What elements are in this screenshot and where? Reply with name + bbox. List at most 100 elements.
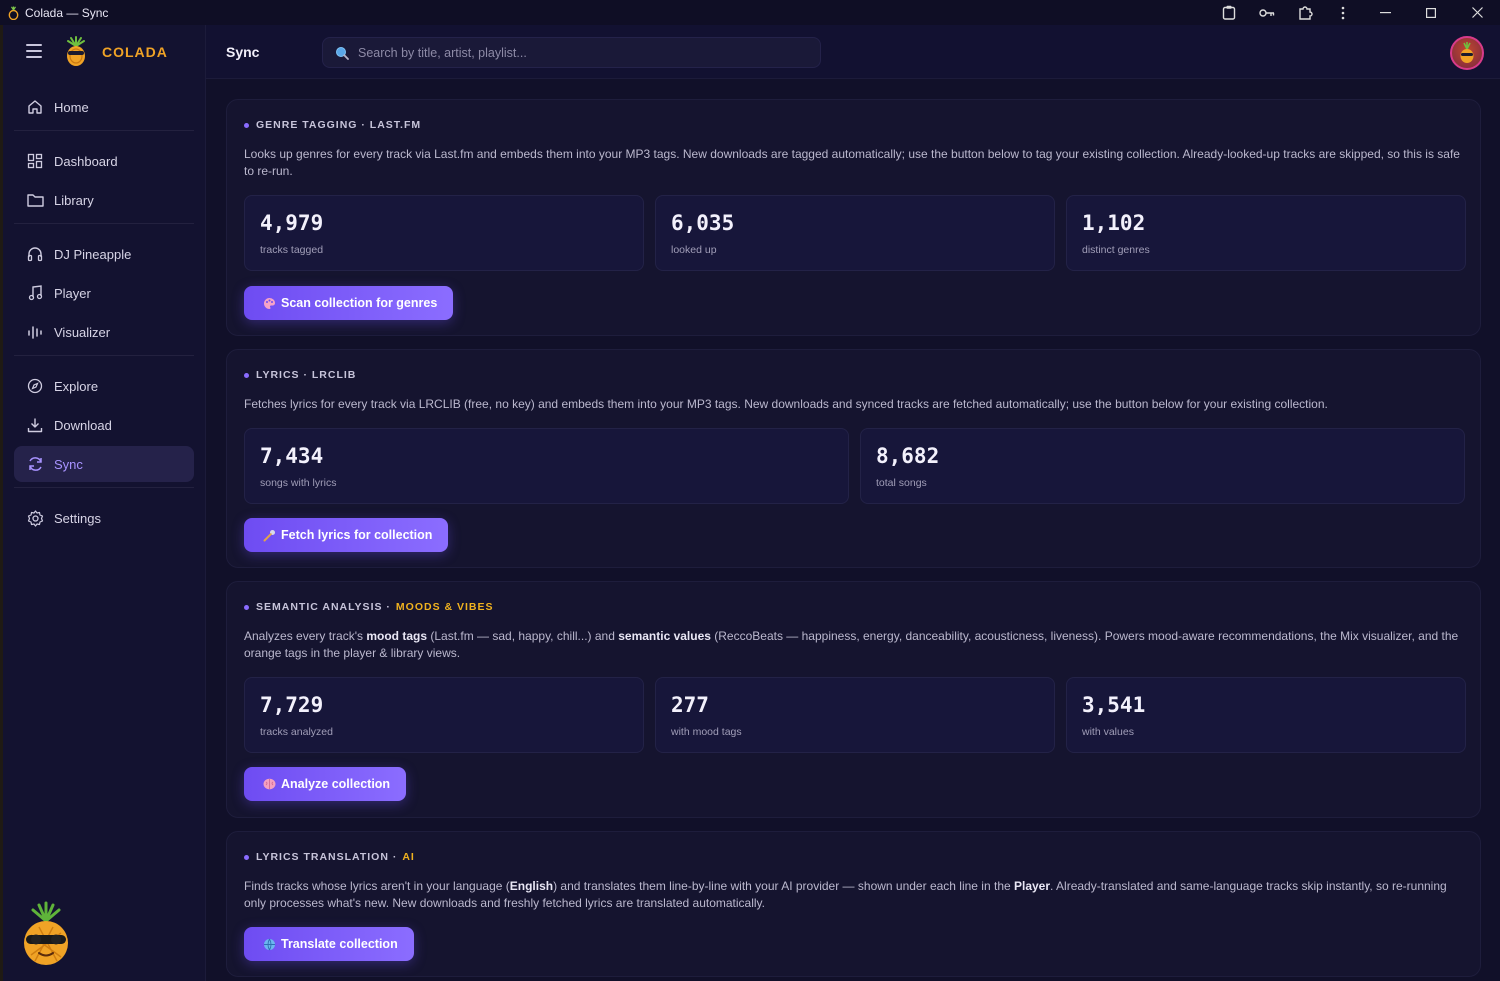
stat-tile: 4,979 tracks tagged (244, 195, 644, 271)
stat-label: looked up (671, 244, 717, 256)
sidebar-item-dashboard[interactable]: Dashboard (14, 143, 194, 179)
sidebar: COLADA Home Dashboard Library DJ Pineapp… (0, 25, 206, 981)
extensions-icon[interactable] (1286, 0, 1324, 25)
translate-collection-button[interactable]: Translate collection (244, 927, 414, 961)
close-icon[interactable] (1454, 0, 1500, 25)
sidebar-item-label: Visualizer (54, 324, 111, 340)
top-header: Sync (206, 25, 1500, 79)
stat-value: 6,035 (671, 211, 735, 235)
minimize-icon[interactable] (1362, 0, 1408, 25)
brand: COLADA (0, 25, 206, 78)
sidebar-item-label: Sync (54, 456, 83, 472)
stat-label: distinct genres (1082, 244, 1150, 256)
stat-value: 8,682 (876, 444, 940, 468)
folder-icon (26, 191, 44, 209)
sidebar-item-label: Home (54, 99, 89, 115)
sidebar-item-label: Settings (54, 510, 101, 526)
sidebar-item-visualizer[interactable]: Visualizer (14, 314, 194, 350)
microphone-icon (262, 528, 276, 542)
page-title: Sync (226, 44, 260, 60)
hamburger-menu-icon[interactable] (26, 44, 42, 58)
sidebar-item-label: Dashboard (54, 153, 118, 169)
card-title-accent: AI (402, 851, 415, 863)
sync-icon (26, 455, 44, 473)
globe-icon (262, 937, 276, 951)
stat-label: total songs (876, 477, 927, 489)
analyze-collection-button[interactable]: Analyze collection (244, 767, 407, 801)
card-title: SEMANTIC ANALYSIS · MOODS & VIBES (244, 601, 494, 613)
stat-value: 1,102 (1082, 211, 1146, 235)
stat-tile: 7,434 songs with lyrics (244, 428, 849, 504)
window-title: Colada — Sync (25, 5, 109, 20)
home-icon (26, 98, 44, 116)
sidebar-item-library[interactable]: Library (14, 182, 194, 218)
stat-tile: 7,729 tracks analyzed (244, 677, 644, 753)
sidebar-item-home[interactable]: Home (14, 89, 194, 125)
clipboard-icon[interactable] (1210, 0, 1248, 25)
compass-icon (26, 377, 44, 395)
key-icon[interactable] (1248, 0, 1286, 25)
divider (14, 130, 194, 131)
bullet-dot (244, 854, 249, 860)
sidebar-item-dj-pineapple[interactable]: DJ Pineapple (14, 236, 194, 272)
download-icon (26, 416, 44, 434)
genre-tagging-card: GENRE TAGGING · LAST.FM Looks up genres … (226, 99, 1481, 336)
stats-row: 7,434 songs with lyrics 8,682 total song… (244, 428, 1465, 504)
equalizer-icon (26, 323, 44, 341)
search-input[interactable] (358, 45, 798, 60)
lyrics-translation-card: LYRICS TRANSLATION · AI Finds tracks who… (226, 831, 1481, 977)
stat-value: 3,541 (1082, 693, 1146, 717)
stat-label: tracks tagged (260, 244, 324, 256)
sidebar-item-label: DJ Pineapple (54, 246, 132, 262)
card-description: Looks up genres for every track via Last… (244, 147, 1460, 178)
brain-icon (262, 777, 276, 791)
bullet-dot (244, 122, 249, 128)
stat-value: 7,729 (260, 693, 324, 717)
divider (14, 487, 194, 488)
scan-genres-button[interactable]: Scan collection for genres (244, 286, 454, 320)
stat-value: 7,434 (260, 444, 324, 468)
card-description: Fetches lyrics for every track via LRCLI… (244, 397, 1328, 411)
stat-tile: 3,541 with values (1066, 677, 1466, 753)
sidebar-item-explore[interactable]: Explore (14, 368, 194, 404)
headphones-icon (26, 245, 44, 263)
card-description: Finds tracks whose lyrics aren't in your… (244, 879, 1447, 910)
sidebar-item-download[interactable]: Download (14, 407, 194, 443)
sidebar-item-sync[interactable]: Sync (14, 446, 194, 482)
sidebar-nav: Home Dashboard Library DJ Pineapple Play… (14, 89, 194, 539)
stat-label: songs with lyrics (260, 477, 337, 489)
lyrics-card: LYRICS · LRCLIB Fetches lyrics for every… (226, 349, 1481, 568)
brand-name: COLADA (102, 44, 168, 60)
divider (14, 355, 194, 356)
stat-tile: 6,035 looked up (655, 195, 1055, 271)
pineapple-logo-icon (60, 36, 92, 68)
divider (14, 223, 194, 224)
search-icon (335, 46, 349, 60)
sidebar-item-player[interactable]: Player (14, 275, 194, 311)
fetch-lyrics-button[interactable]: Fetch lyrics for collection (244, 518, 449, 552)
sidebar-item-settings[interactable]: Settings (14, 500, 194, 536)
card-title: LYRICS TRANSLATION · AI (244, 851, 415, 863)
main-content: GENRE TAGGING · LAST.FM Looks up genres … (206, 79, 1500, 981)
palette-icon (262, 296, 276, 310)
title-bar: Colada — Sync (0, 0, 1500, 25)
pineapple-mascot-icon[interactable] (17, 901, 75, 967)
stat-tile: 1,102 distinct genres (1066, 195, 1466, 271)
sidebar-item-label: Player (54, 285, 91, 301)
stat-tile: 277 with mood tags (655, 677, 1055, 753)
bullet-dot (244, 604, 249, 610)
avatar[interactable] (1450, 36, 1484, 70)
search-bar[interactable] (322, 37, 821, 68)
more-vertical-icon[interactable] (1324, 0, 1362, 25)
stat-tile: 8,682 total songs (860, 428, 1465, 504)
stat-label: with mood tags (671, 726, 742, 738)
app-pineapple-icon (8, 5, 20, 20)
maximize-icon[interactable] (1408, 0, 1454, 25)
stat-value: 277 (671, 693, 709, 717)
card-title: GENRE TAGGING · LAST.FM (244, 119, 421, 131)
stat-label: with values (1082, 726, 1134, 738)
bullet-dot (244, 372, 249, 378)
card-description: Analyzes every track's mood tags (Last.f… (244, 629, 1459, 660)
music-note-icon (26, 284, 44, 302)
dashboard-icon (26, 152, 44, 170)
